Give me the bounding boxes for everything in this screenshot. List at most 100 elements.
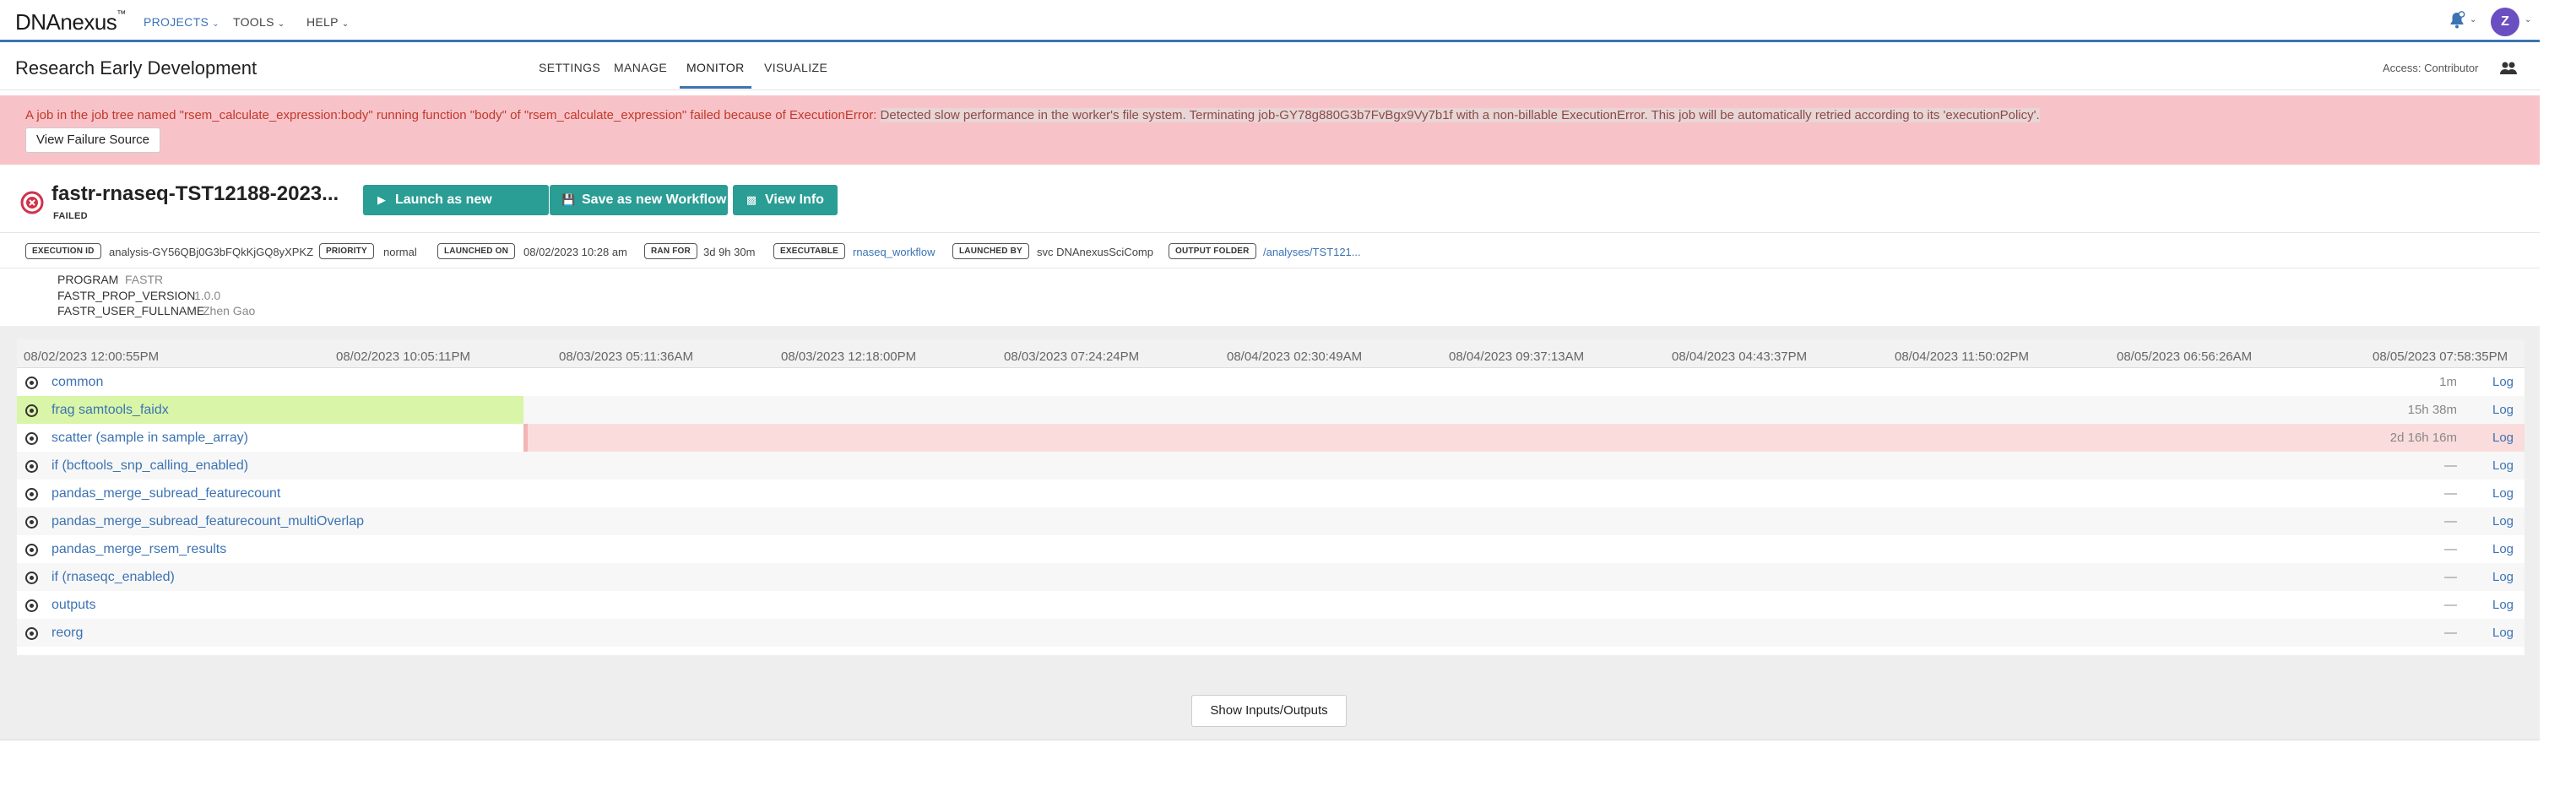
dnanexus-logo[interactable]: DNAnexus™	[15, 9, 126, 35]
stage-log-link[interactable]: Log	[2492, 514, 2514, 529]
stage-duration: —	[2444, 626, 2457, 640]
timeline-row[interactable]: pandas_merge_rsem_results — Log	[17, 535, 2524, 563]
project-title[interactable]: Research Early Development	[15, 57, 257, 79]
stage-name-link[interactable]: reorg	[52, 626, 83, 641]
timeline-row[interactable]: pandas_merge_subread_featurecount — Log	[17, 480, 2524, 507]
stage-status-icon	[25, 572, 38, 584]
stage-log-link[interactable]: Log	[2492, 403, 2514, 417]
chevron-down-icon: ⌄	[212, 19, 220, 29]
tab-visualize[interactable]: VISUALIZE	[764, 61, 827, 74]
timeline-tick: 08/05/2023 07:58:35PM	[2373, 350, 2508, 364]
analysis-title: fastr-rnaseq-TST12188-2023...	[52, 182, 339, 205]
stage-name-link[interactable]: pandas_merge_subread_featurecount	[52, 486, 280, 501]
save-icon: 💾	[561, 193, 576, 206]
user-avatar[interactable]: Z	[2491, 8, 2519, 36]
stage-log-link[interactable]: Log	[2492, 375, 2514, 389]
nav-help[interactable]: HELP ⌄	[306, 15, 349, 29]
stage-name-link[interactable]: scatter (sample in sample_array)	[52, 431, 248, 446]
timeline-tick: 08/03/2023 12:18:00PM	[781, 350, 917, 364]
stage-log-link[interactable]: Log	[2492, 458, 2514, 473]
stage-name-link[interactable]: if (rnaseqc_enabled)	[52, 570, 175, 585]
app-window: DNAnexus™ PROJECTS ⌄ TOOLS ⌄ HELP ⌄ ⌄ Z ⌄ R…	[0, 0, 2540, 786]
execution-id-tag: EXECUTION ID	[25, 243, 101, 259]
timeline-row[interactable]: outputs — Log	[17, 591, 2524, 619]
timeline-row[interactable]: if (bcftools_snp_calling_enabled) — Log	[17, 452, 2524, 480]
access-level: Access: Contributor	[2383, 62, 2479, 74]
timeline-row[interactable]: frag samtools_faidx 15h 38m Log	[17, 396, 2524, 424]
stage-name-link[interactable]: if (bcftools_snp_calling_enabled)	[52, 458, 248, 474]
timeline-tick: 08/04/2023 04:43:37PM	[1672, 350, 1808, 364]
timeline-bar-failed	[523, 424, 2524, 452]
priority-value: normal	[383, 246, 417, 258]
nav-help-label: HELP	[306, 15, 339, 29]
launch-new-analysis-button[interactable]: ▶ Launch as new Analysis	[363, 185, 549, 237]
nav-projects[interactable]: PROJECTS ⌄	[144, 15, 220, 29]
timeline-row[interactable]: common 1m Log	[17, 368, 2524, 396]
bar-chart-icon: ▩	[746, 193, 757, 206]
stage-status-icon	[25, 627, 38, 640]
launch-new-analysis-label: Launch as new Analysis	[375, 192, 492, 237]
show-inputs-outputs-button[interactable]: Show Inputs/Outputs	[1191, 695, 1347, 727]
launched-on-tag: LAUNCHED ON	[437, 243, 516, 259]
ran-for-tag: RAN FOR	[644, 243, 697, 259]
property-value: Zhen Gao	[203, 304, 256, 317]
executable-link[interactable]: rnaseq_workflow	[853, 246, 935, 258]
alert-message-highlight: Detected slow performance in the worker'…	[880, 108, 2040, 122]
timeline-axis: 08/02/2023 12:00:55PM 08/02/2023 10:05:11…	[17, 339, 2524, 368]
save-new-workflow-button[interactable]: 💾 Save as new Workflow	[550, 185, 728, 215]
tab-manage[interactable]: MANAGE	[614, 61, 667, 74]
stage-status-icon	[25, 432, 38, 445]
execution-id-value: analysis-GY56QBj0G3bFQkKjGQ8yXPKZ	[109, 246, 314, 258]
logo-trademark: ™	[117, 9, 126, 19]
property-key: FASTR_USER_FULLNAME	[57, 304, 205, 317]
stage-duration: —	[2444, 514, 2457, 529]
view-info-button[interactable]: ▩ View Info	[733, 185, 838, 215]
stage-duration: —	[2444, 486, 2457, 501]
stage-log-link[interactable]: Log	[2492, 431, 2514, 445]
stage-duration: 2d 16h 16m	[2389, 431, 2457, 445]
output-folder-tag: OUTPUT FOLDER	[1169, 243, 1256, 259]
members-icon[interactable]	[2499, 60, 2518, 77]
timeline-row[interactable]: reorg — Log	[17, 619, 2524, 647]
stage-name-link[interactable]: frag samtools_faidx	[52, 403, 169, 418]
executable-tag: EXECUTABLE	[773, 243, 846, 259]
output-folder-link[interactable]: /analyses/TST121...	[1263, 246, 1361, 258]
active-tab-indicator	[680, 86, 751, 89]
property-key: PROGRAM	[57, 273, 119, 286]
priority-tag: PRIORITY	[319, 243, 374, 259]
ran-for-value: 3d 9h 30m	[703, 246, 756, 258]
timeline-tick: 08/03/2023 07:24:24PM	[1004, 350, 1140, 364]
property-value: FASTR	[125, 273, 164, 286]
stage-status-icon	[25, 599, 38, 612]
launched-by-tag: LAUNCHED BY	[952, 243, 1029, 259]
chevron-down-icon: ⌄	[277, 19, 285, 29]
stage-status-icon	[25, 460, 38, 473]
tab-monitor[interactable]: MONITOR	[686, 61, 745, 74]
stage-duration: 15h 38m	[2407, 403, 2457, 417]
stage-log-link[interactable]: Log	[2492, 626, 2514, 640]
chevron-down-icon[interactable]: ⌄	[2524, 15, 2531, 24]
stage-log-link[interactable]: Log	[2492, 542, 2514, 556]
alert-message-part: A job in the job tree named "rsem_calcul…	[25, 108, 881, 122]
timeline-row[interactable]: if (rnaseqc_enabled) — Log	[17, 563, 2524, 591]
property-key: FASTR_PROP_VERSION	[57, 289, 196, 302]
stage-log-link[interactable]: Log	[2492, 486, 2514, 501]
stage-name-link[interactable]: outputs	[52, 598, 95, 613]
stage-log-link[interactable]: Log	[2492, 570, 2514, 584]
stage-log-link[interactable]: Log	[2492, 598, 2514, 612]
failure-alert: A job in the job tree named "rsem_calcul…	[0, 95, 2540, 165]
timeline-tick: 08/02/2023 12:00:55PM	[24, 350, 160, 364]
stage-name-link[interactable]: pandas_merge_subread_featurecount_multiO…	[52, 514, 364, 529]
notification-bell-icon[interactable]	[2447, 10, 2467, 30]
view-failure-source-button[interactable]: View Failure Source	[25, 127, 160, 153]
project-header: Research Early Development SETTINGS MANA…	[0, 45, 2540, 90]
timeline-row[interactable]: pandas_merge_subread_featurecount_multiO…	[17, 507, 2524, 535]
stage-name-link[interactable]: pandas_merge_rsem_results	[52, 542, 226, 557]
tab-settings[interactable]: SETTINGS	[539, 61, 600, 74]
chevron-down-icon[interactable]: ⌄	[2470, 15, 2476, 24]
stage-name-link[interactable]: common	[52, 375, 103, 390]
property-value: 1.0.0	[194, 289, 221, 302]
nav-tools[interactable]: TOOLS ⌄	[233, 15, 285, 29]
view-info-label: View Info	[765, 192, 824, 207]
timeline-row[interactable]: scatter (sample in sample_array) 2d 16h 1…	[17, 424, 2524, 452]
